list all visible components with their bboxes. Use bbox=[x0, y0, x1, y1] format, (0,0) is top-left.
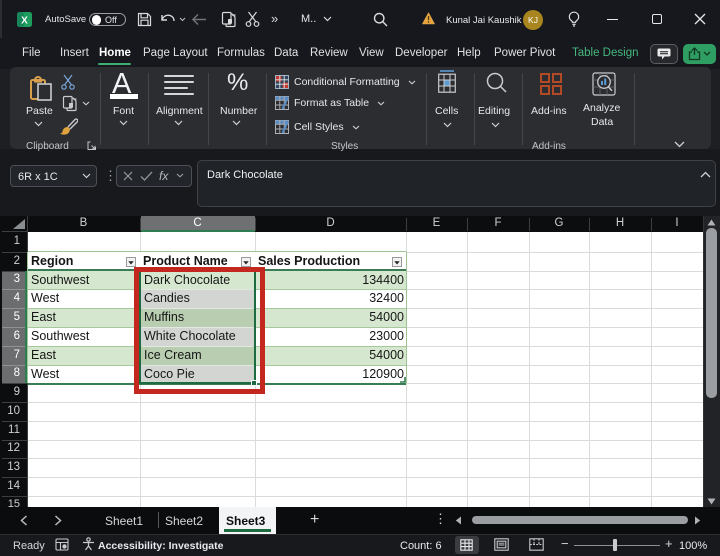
svg-text:X: X bbox=[21, 16, 28, 27]
